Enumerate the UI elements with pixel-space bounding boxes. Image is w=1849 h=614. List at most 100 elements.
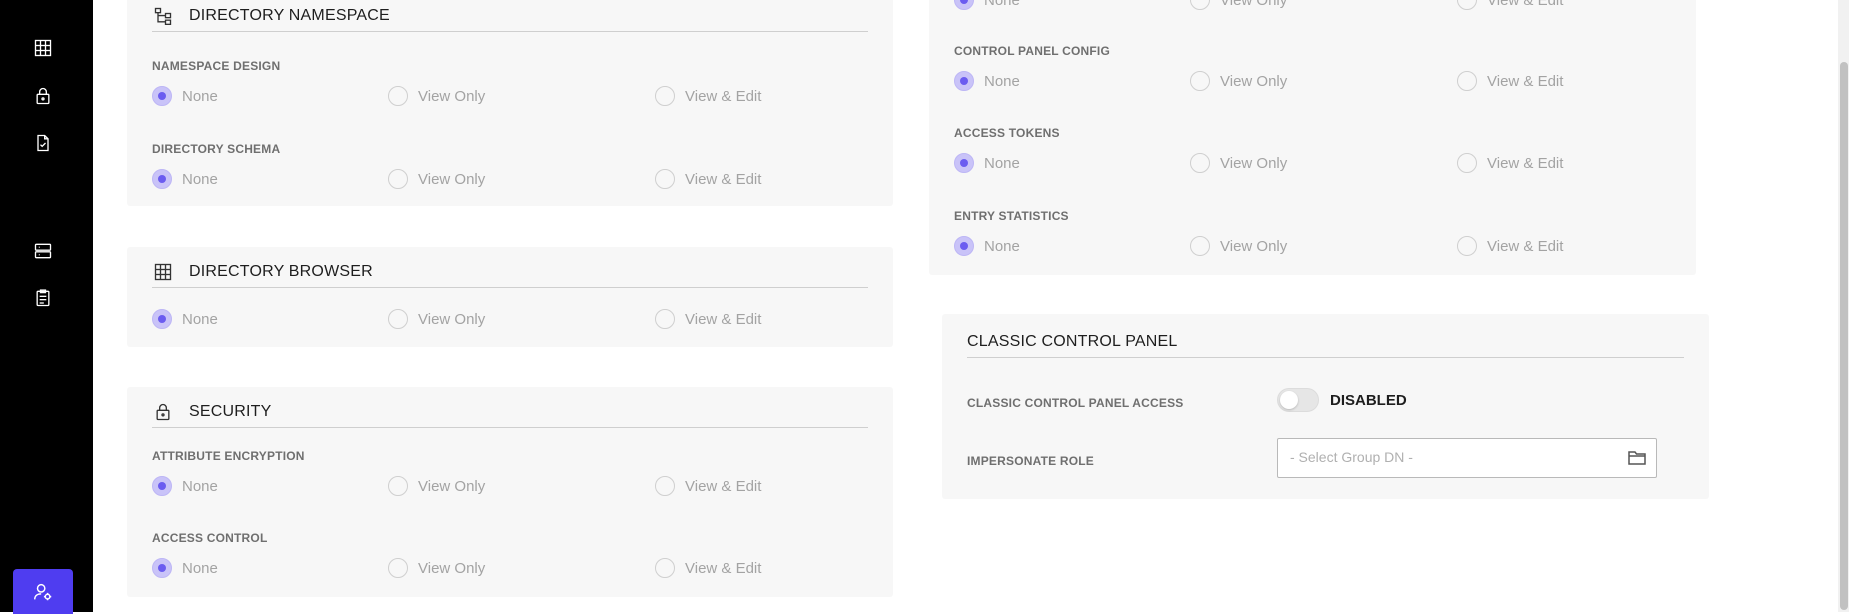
access-control-view-edit-radio[interactable]: View & Edit: [655, 558, 761, 578]
browser-view-only-radio[interactable]: View Only: [388, 309, 485, 329]
radio-circle: [388, 86, 408, 106]
server-icon[interactable]: [31, 239, 55, 263]
access-tokens-radio-group: None View Only View & Edit: [954, 153, 1574, 173]
radio-circle: [1457, 153, 1477, 173]
directory-schema-radio-group: None View Only View & Edit: [152, 169, 772, 189]
classic-access-toggle[interactable]: [1277, 388, 1319, 412]
radio-circle: [152, 169, 172, 189]
entry-statistics-view-edit-radio[interactable]: View & Edit: [1457, 236, 1563, 256]
hierarchy-icon: [152, 5, 174, 27]
radio-circle: [1457, 0, 1477, 10]
directory-schema-view-only-radio[interactable]: View Only: [388, 169, 485, 189]
namespace-design-view-only-radio[interactable]: View Only: [388, 86, 485, 106]
radio-circle: [954, 236, 974, 256]
attribute-encryption-view-only-radio[interactable]: View Only: [388, 476, 485, 496]
directory-schema-label: DIRECTORY SCHEMA: [152, 142, 281, 156]
classic-card-title: CLASSIC CONTROL PANEL: [967, 332, 1178, 350]
browser-view-edit-radio[interactable]: View & Edit: [655, 309, 761, 329]
table-icon[interactable]: [31, 36, 55, 60]
lock-icon[interactable]: [31, 84, 55, 108]
browser-radio-group: None View Only View & Edit: [152, 309, 772, 329]
namespace-design-radio-group: None View Only View & Edit: [152, 86, 772, 106]
radio-circle: [1190, 153, 1210, 173]
classic-card-header: CLASSIC CONTROL PANEL: [967, 326, 1684, 358]
attribute-encryption-label: ATTRIBUTE ENCRYPTION: [152, 449, 305, 463]
clipboard-icon[interactable]: [31, 286, 55, 310]
top-field-view-only-radio[interactable]: View Only: [1190, 0, 1287, 10]
control-panel-config-radio-group: None View Only View & Edit: [954, 71, 1574, 91]
namespace-card: DIRECTORY NAMESPACE NAMESPACE DESIGN Non…: [127, 0, 893, 206]
user-settings-icon[interactable]: [13, 569, 73, 614]
control-panel-permissions-card: None View Only View & Edit CONTROL PANEL…: [929, 0, 1696, 275]
security-card-header: SECURITY: [152, 396, 868, 428]
namespace-card-header: DIRECTORY NAMESPACE: [152, 0, 868, 32]
lock-icon: [152, 401, 174, 423]
radio-circle: [152, 309, 172, 329]
namespace-card-title: DIRECTORY NAMESPACE: [189, 6, 390, 24]
entry-statistics-view-only-radio[interactable]: View Only: [1190, 236, 1287, 256]
radio-circle: [655, 476, 675, 496]
security-card: SECURITY ATTRIBUTE ENCRYPTION None View …: [127, 387, 893, 597]
radio-circle: [388, 309, 408, 329]
group-dn-select[interactable]: - Select Group DN -: [1277, 438, 1657, 478]
toggle-state-label: DISABLED: [1330, 392, 1407, 409]
access-tokens-view-edit-radio[interactable]: View & Edit: [1457, 153, 1563, 173]
security-card-title: SECURITY: [189, 402, 272, 420]
entry-statistics-label: ENTRY STATISTICS: [954, 209, 1069, 223]
top-field-radio-group: None View Only View & Edit: [954, 0, 1574, 10]
radio-circle: [954, 153, 974, 173]
radio-circle: [954, 71, 974, 91]
directory-schema-none-radio[interactable]: None: [152, 169, 218, 189]
directory-schema-view-edit-radio[interactable]: View & Edit: [655, 169, 761, 189]
radio-circle: [954, 0, 974, 10]
impersonate-role-label: IMPERSONATE ROLE: [967, 454, 1094, 468]
table-icon: [152, 261, 174, 283]
top-field-view-edit-radio[interactable]: View & Edit: [1457, 0, 1563, 10]
control-panel-config-label: CONTROL PANEL CONFIG: [954, 44, 1111, 58]
access-control-radio-group: None View Only View & Edit: [152, 558, 772, 578]
access-tokens-view-only-radio[interactable]: View Only: [1190, 153, 1287, 173]
radio-circle: [1190, 236, 1210, 256]
access-tokens-label: ACCESS TOKENS: [954, 126, 1060, 140]
radio-circle: [152, 558, 172, 578]
file-check-icon[interactable]: [31, 131, 55, 155]
browser-none-radio[interactable]: None: [152, 309, 218, 329]
radio-circle: [388, 169, 408, 189]
radio-circle: [1457, 71, 1477, 91]
folder-icon[interactable]: [1628, 449, 1646, 465]
radio-circle: [152, 86, 172, 106]
radio-circle: [1190, 71, 1210, 91]
sidebar: [0, 0, 93, 614]
select-placeholder: - Select Group DN -: [1290, 449, 1413, 465]
radio-circle: [655, 169, 675, 189]
classic-control-panel-card: CLASSIC CONTROL PANEL CLASSIC CONTROL PA…: [942, 314, 1709, 499]
scrollbar-thumb[interactable]: [1840, 62, 1848, 610]
access-control-none-radio[interactable]: None: [152, 558, 218, 578]
classic-access-label: CLASSIC CONTROL PANEL ACCESS: [967, 396, 1184, 410]
entry-statistics-none-radio[interactable]: None: [954, 236, 1020, 256]
radio-circle: [388, 476, 408, 496]
access-control-view-only-radio[interactable]: View Only: [388, 558, 485, 578]
radio-circle: [655, 309, 675, 329]
namespace-design-label: NAMESPACE DESIGN: [152, 59, 281, 73]
attribute-encryption-none-radio[interactable]: None: [152, 476, 218, 496]
access-tokens-none-radio[interactable]: None: [954, 153, 1020, 173]
browser-card: DIRECTORY BROWSER None View Only View & …: [127, 247, 893, 347]
control-panel-config-view-only-radio[interactable]: View Only: [1190, 71, 1287, 91]
radio-circle: [655, 86, 675, 106]
namespace-design-none-radio[interactable]: None: [152, 86, 218, 106]
radio-circle: [152, 476, 172, 496]
top-field-none-radio[interactable]: None: [954, 0, 1020, 10]
radio-circle: [388, 558, 408, 578]
control-panel-config-none-radio[interactable]: None: [954, 71, 1020, 91]
radio-circle: [655, 558, 675, 578]
attribute-encryption-view-edit-radio[interactable]: View & Edit: [655, 476, 761, 496]
entry-statistics-radio-group: None View Only View & Edit: [954, 236, 1574, 256]
attribute-encryption-radio-group: None View Only View & Edit: [152, 476, 772, 496]
browser-card-header: DIRECTORY BROWSER: [152, 256, 868, 288]
access-control-label: ACCESS CONTROL: [152, 531, 268, 545]
namespace-design-view-edit-radio[interactable]: View & Edit: [655, 86, 761, 106]
radio-circle: [1457, 236, 1477, 256]
control-panel-config-view-edit-radio[interactable]: View & Edit: [1457, 71, 1563, 91]
browser-card-title: DIRECTORY BROWSER: [189, 262, 373, 280]
